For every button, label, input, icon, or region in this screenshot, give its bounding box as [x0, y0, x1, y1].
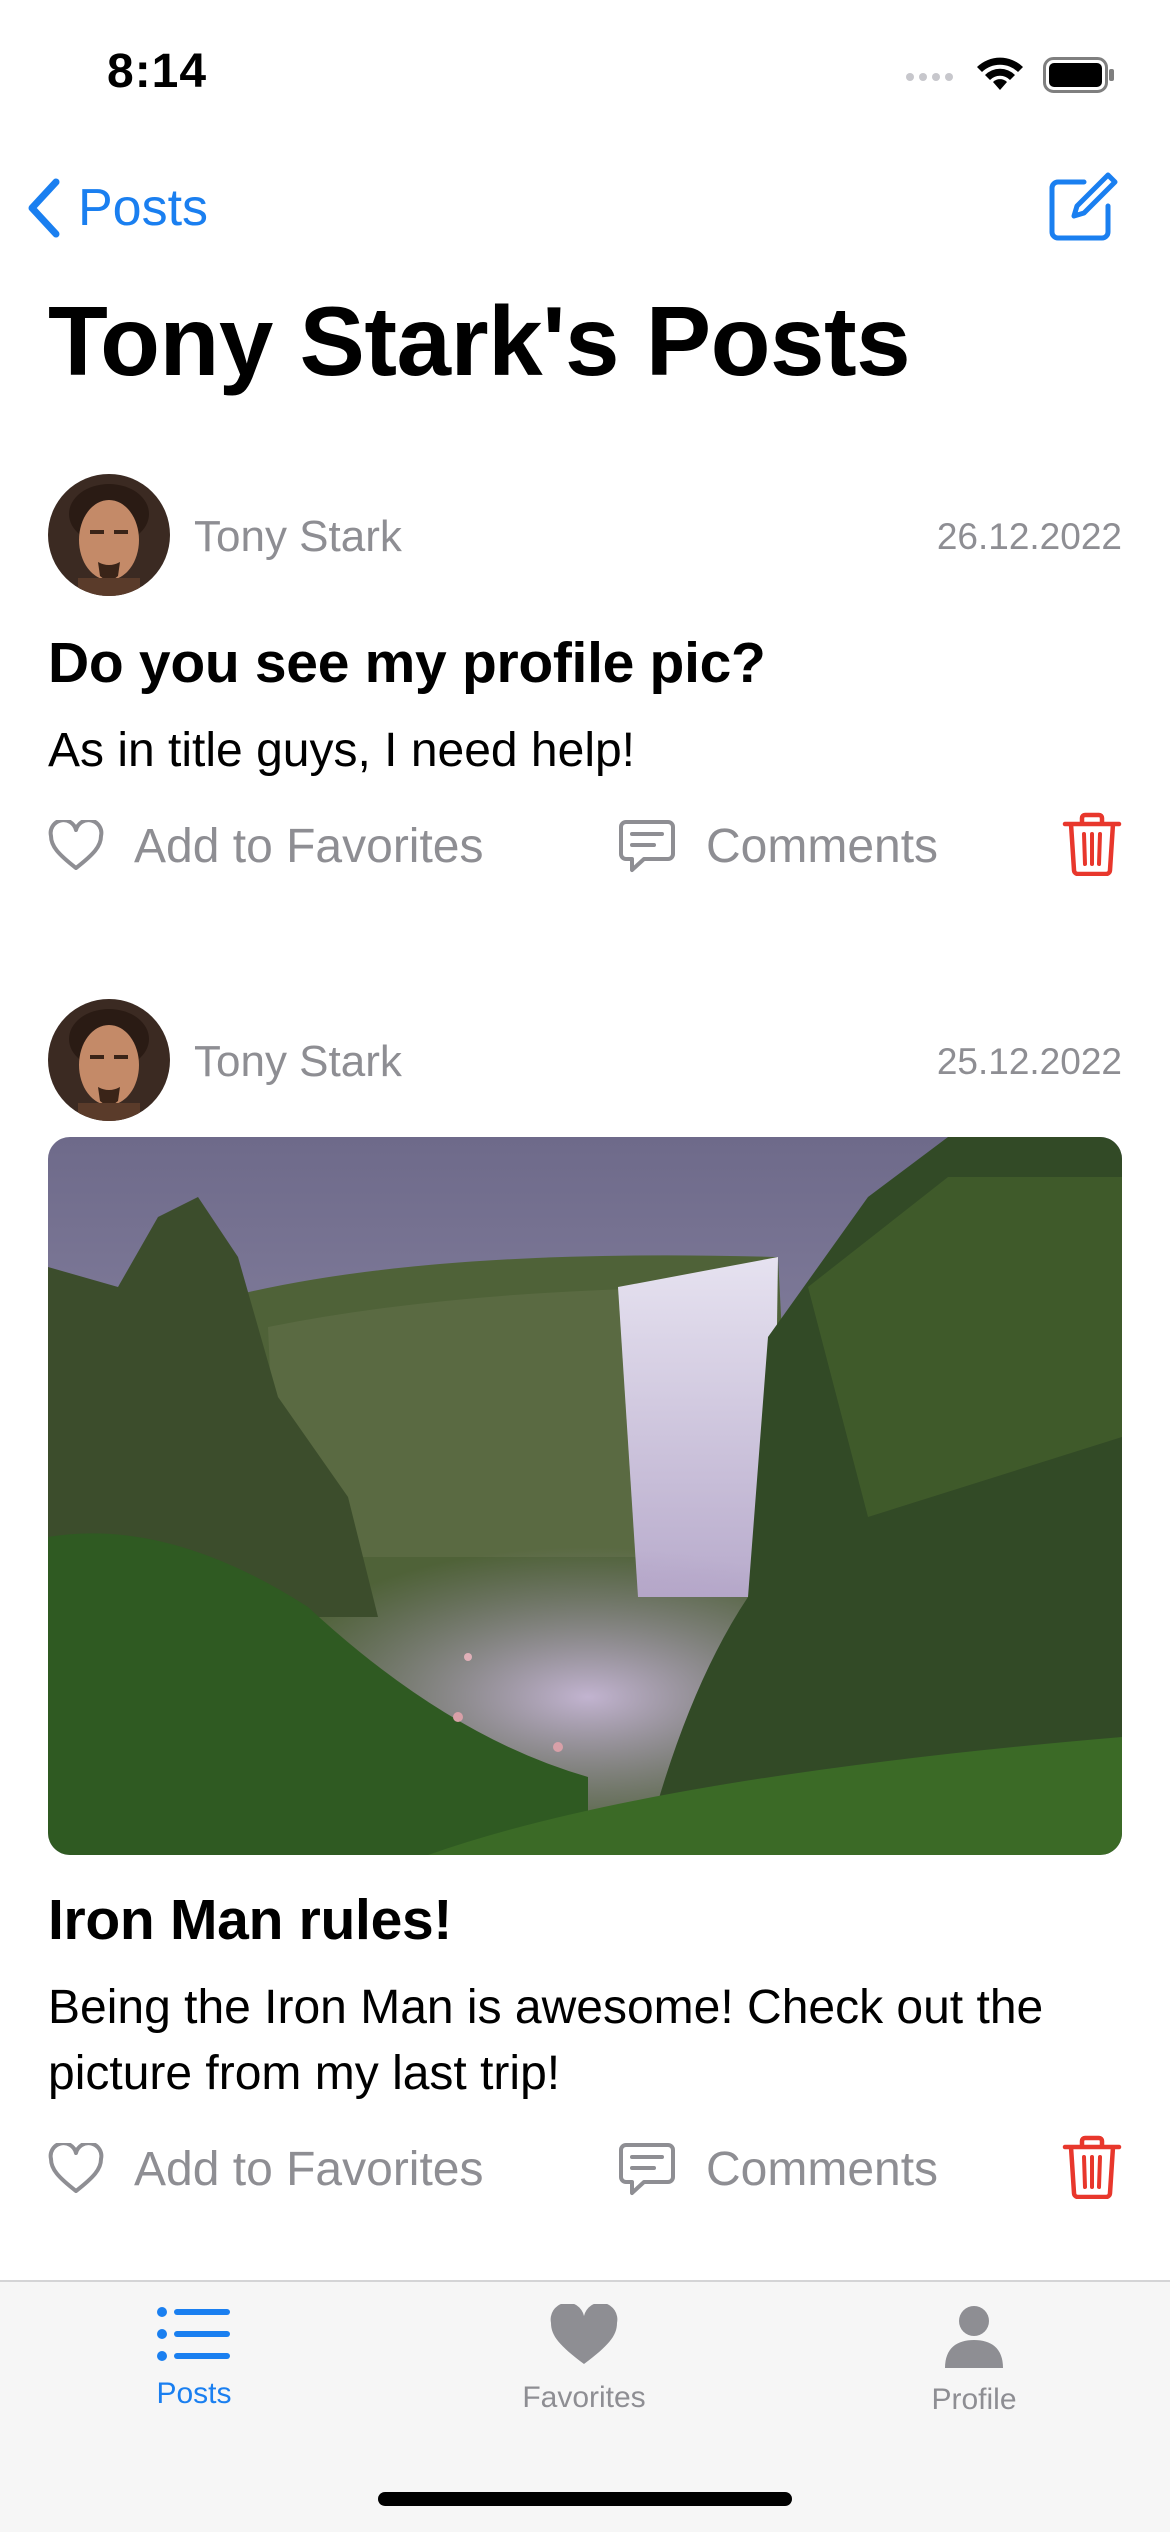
- list-icon: [157, 2307, 230, 2361]
- comment-bubble-icon: [619, 2143, 675, 2195]
- post-image[interactable]: [48, 1137, 1122, 1855]
- add-to-favorites-label: Add to Favorites: [134, 2142, 484, 2196]
- post-title: Iron Man rules!: [48, 1888, 453, 1952]
- back-button-label: Posts: [78, 179, 209, 237]
- post-card: Tony Stark 26.12.2022 Do you see my prof…: [48, 474, 1122, 886]
- compose-button[interactable]: [1044, 170, 1120, 246]
- add-to-favorites-label: Add to Favorites: [134, 819, 484, 873]
- comment-bubble-icon: [619, 820, 675, 872]
- delete-post-button[interactable]: [1062, 812, 1122, 877]
- screen: 8:14 Posts Tony Stark's Posts Tony Stark…: [0, 0, 1170, 2532]
- post-actions: Add to Favorites Comments: [48, 2129, 1122, 2209]
- tab-profile[interactable]: Profile: [854, 2304, 1094, 2454]
- status-bar: 8:14: [0, 0, 1170, 140]
- person-icon: [945, 2306, 1003, 2368]
- wifi-icon: [977, 57, 1023, 90]
- avatar[interactable]: [48, 474, 170, 596]
- post-body: As in title guys, I need help!: [48, 724, 636, 777]
- tab-profile-label: Profile: [931, 2383, 1017, 2416]
- battery-icon: [1043, 57, 1114, 93]
- tab-favorites[interactable]: Favorites: [464, 2302, 704, 2454]
- tab-posts-label: Posts: [156, 2377, 232, 2410]
- cellular-signal-icon: [906, 73, 953, 81]
- status-icons: [905, 48, 1115, 102]
- trash-icon: [1062, 2135, 1122, 2200]
- trash-icon: [1062, 812, 1122, 877]
- heart-filled-icon: [550, 2302, 618, 2364]
- compose-icon: [1049, 172, 1118, 241]
- add-to-favorites-button[interactable]: Add to Favorites: [48, 806, 484, 886]
- heart-outline-icon: [48, 820, 104, 870]
- tab-posts[interactable]: Posts: [74, 2304, 314, 2454]
- add-to-favorites-button[interactable]: Add to Favorites: [48, 2129, 484, 2209]
- comments-button[interactable]: Comments: [618, 806, 938, 886]
- post-header: Tony Stark 26.12.2022: [48, 474, 1122, 598]
- comments-label: Comments: [706, 819, 939, 873]
- post-actions: Add to Favorites Comments: [48, 806, 1122, 886]
- post-title: Do you see my profile pic?: [48, 631, 766, 695]
- post-author: Tony Stark: [194, 512, 402, 561]
- avatar[interactable]: [48, 999, 170, 1121]
- heart-outline-icon: [48, 2143, 104, 2193]
- page-title: Tony Stark's Posts: [48, 286, 911, 396]
- status-time: 8:14: [107, 45, 208, 98]
- comments-button[interactable]: Comments: [618, 2129, 938, 2209]
- post-date: 25.12.2022: [936, 1041, 1122, 1082]
- back-button[interactable]: Posts: [24, 170, 208, 246]
- comments-label: Comments: [706, 2142, 939, 2196]
- delete-post-button[interactable]: [1062, 2135, 1122, 2200]
- post-author: Tony Stark: [194, 1037, 402, 1086]
- chevron-left-icon: [28, 178, 60, 238]
- tab-favorites-label: Favorites: [522, 2381, 646, 2414]
- post-body: Being the Iron Man is awesome! Check out…: [48, 1981, 1044, 2100]
- post-card: Tony Stark 25.12.2022 Iron Man rules! Be…: [48, 999, 1122, 2209]
- post-date: 26.12.2022: [936, 516, 1122, 557]
- home-indicator: [378, 2492, 792, 2506]
- post-header: Tony Stark 25.12.2022: [48, 999, 1122, 1123]
